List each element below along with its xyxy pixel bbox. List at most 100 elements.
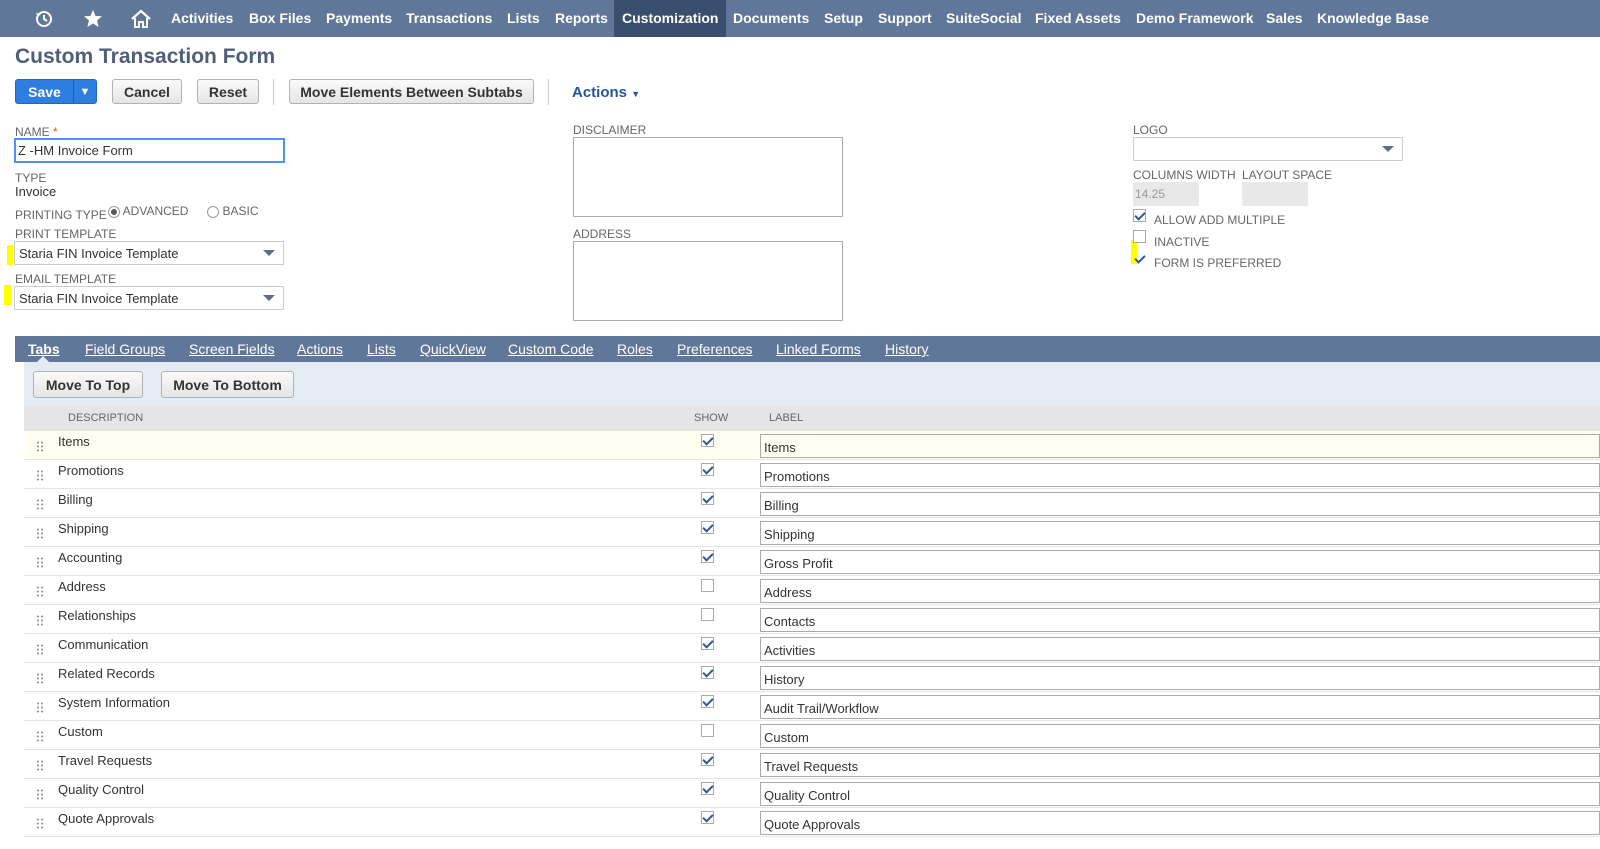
show-checkbox[interactable] bbox=[701, 434, 714, 447]
show-checkbox[interactable] bbox=[701, 782, 714, 795]
table-row[interactable]: Address Address bbox=[24, 576, 1600, 605]
show-checkbox[interactable] bbox=[701, 695, 714, 708]
table-row[interactable]: Relationships Contacts bbox=[24, 605, 1600, 634]
drag-handle-icon[interactable] bbox=[36, 499, 44, 510]
label-input[interactable]: Travel Requests bbox=[760, 753, 1600, 777]
table-row[interactable]: Quote Approvals Quote Approvals bbox=[24, 808, 1600, 837]
label-input[interactable]: Address bbox=[760, 579, 1600, 603]
table-row[interactable]: Related Records History bbox=[24, 663, 1600, 692]
nav-lists[interactable]: Lists bbox=[507, 0, 540, 37]
save-dropdown-arrow-icon[interactable]: ▼ bbox=[74, 80, 96, 103]
allow-add-multiple-checkbox[interactable] bbox=[1133, 209, 1146, 222]
tab-linked-forms[interactable]: Linked Forms bbox=[776, 336, 861, 362]
table-row[interactable]: Travel Requests Travel Requests bbox=[24, 750, 1600, 779]
label-input[interactable]: Items bbox=[760, 434, 1600, 458]
show-checkbox[interactable] bbox=[701, 492, 714, 505]
move-to-bottom-button[interactable]: Move To Bottom bbox=[161, 371, 294, 398]
table-row[interactable]: Shipping Shipping bbox=[24, 518, 1600, 547]
label-input[interactable]: Activities bbox=[760, 637, 1600, 661]
show-checkbox[interactable] bbox=[701, 521, 714, 534]
save-button-label[interactable]: Save bbox=[16, 80, 74, 103]
email-template-select[interactable]: Staria FIN Invoice Template bbox=[14, 286, 284, 310]
drag-handle-icon[interactable] bbox=[36, 673, 44, 684]
cancel-button[interactable]: Cancel bbox=[112, 79, 182, 104]
label-input[interactable]: Promotions bbox=[760, 463, 1600, 487]
label-input[interactable]: Quality Control bbox=[760, 782, 1600, 806]
drag-handle-icon[interactable] bbox=[36, 470, 44, 481]
advanced-radio[interactable] bbox=[108, 205, 120, 218]
tab-history[interactable]: History bbox=[885, 336, 929, 362]
tab-quickview[interactable]: QuickView bbox=[420, 336, 486, 362]
nav-transactions[interactable]: Transactions bbox=[406, 0, 492, 37]
drag-handle-icon[interactable] bbox=[36, 702, 44, 713]
drag-handle-icon[interactable] bbox=[36, 760, 44, 771]
show-checkbox[interactable] bbox=[701, 579, 714, 592]
label-input[interactable]: Contacts bbox=[760, 608, 1600, 632]
recent-history-icon[interactable] bbox=[30, 0, 58, 37]
save-button[interactable]: Save ▼ bbox=[15, 79, 97, 104]
show-checkbox[interactable] bbox=[701, 811, 714, 824]
table-row[interactable]: Communication Activities bbox=[24, 634, 1600, 663]
nav-support[interactable]: Support bbox=[878, 0, 932, 37]
address-textarea[interactable] bbox=[573, 241, 843, 321]
nav-demo-framework[interactable]: Demo Framework bbox=[1136, 0, 1253, 37]
home-icon[interactable] bbox=[127, 0, 155, 37]
tab-screen-fields[interactable]: Screen Fields bbox=[189, 336, 275, 362]
logo-select[interactable] bbox=[1133, 137, 1403, 161]
print-template-select[interactable]: Staria FIN Invoice Template bbox=[14, 241, 284, 265]
tab-roles[interactable]: Roles bbox=[617, 336, 653, 362]
tab-actions[interactable]: Actions bbox=[297, 336, 343, 362]
show-checkbox[interactable] bbox=[701, 724, 714, 737]
show-checkbox[interactable] bbox=[701, 608, 714, 621]
drag-handle-icon[interactable] bbox=[36, 731, 44, 742]
nav-customization[interactable]: Customization bbox=[614, 0, 727, 37]
tab-preferences[interactable]: Preferences bbox=[677, 336, 752, 362]
label-input[interactable]: Gross Profit bbox=[760, 550, 1600, 574]
table-row[interactable]: Items Items bbox=[24, 431, 1600, 460]
drag-handle-icon[interactable] bbox=[36, 789, 44, 800]
label-input[interactable]: Billing bbox=[760, 492, 1600, 516]
actions-menu[interactable]: Actions ▼ bbox=[572, 84, 640, 101]
nav-knowledge-base[interactable]: Knowledge Base bbox=[1317, 0, 1429, 37]
nav-documents[interactable]: Documents bbox=[733, 0, 809, 37]
nav-box-files[interactable]: Box Files bbox=[249, 0, 311, 37]
table-row[interactable]: System Information Audit Trail/Workflow bbox=[24, 692, 1600, 721]
show-checkbox[interactable] bbox=[701, 550, 714, 563]
disclaimer-textarea[interactable] bbox=[573, 137, 843, 217]
tab-lists[interactable]: Lists bbox=[367, 336, 396, 362]
table-row[interactable]: Billing Billing bbox=[24, 489, 1600, 518]
actions-menu-label[interactable]: Actions bbox=[572, 84, 627, 101]
drag-handle-icon[interactable] bbox=[36, 644, 44, 655]
drag-handle-icon[interactable] bbox=[36, 615, 44, 626]
label-input[interactable]: Audit Trail/Workflow bbox=[760, 695, 1600, 719]
tab-field-groups[interactable]: Field Groups bbox=[85, 336, 165, 362]
show-checkbox[interactable] bbox=[701, 463, 714, 476]
label-input[interactable]: Quote Approvals bbox=[760, 811, 1600, 835]
basic-radio[interactable] bbox=[207, 205, 220, 218]
show-checkbox[interactable] bbox=[701, 753, 714, 766]
table-row[interactable]: Accounting Gross Profit bbox=[24, 547, 1600, 576]
favorites-star-icon[interactable] bbox=[80, 0, 106, 37]
show-checkbox[interactable] bbox=[701, 666, 714, 679]
table-row[interactable]: Custom Custom bbox=[24, 721, 1600, 750]
name-input[interactable]: Z -HM Invoice Form bbox=[14, 138, 285, 163]
nav-payments[interactable]: Payments bbox=[326, 0, 392, 37]
show-checkbox[interactable] bbox=[701, 637, 714, 650]
nav-suitesocial[interactable]: SuiteSocial bbox=[946, 0, 1021, 37]
nav-reports[interactable]: Reports bbox=[555, 0, 608, 37]
drag-handle-icon[interactable] bbox=[36, 528, 44, 539]
nav-activities[interactable]: Activities bbox=[171, 0, 233, 37]
move-to-top-button[interactable]: Move To Top bbox=[33, 371, 143, 398]
drag-handle-icon[interactable] bbox=[36, 557, 44, 568]
tab-custom-code[interactable]: Custom Code bbox=[508, 336, 594, 362]
table-row[interactable]: Promotions Promotions bbox=[24, 460, 1600, 489]
nav-sales[interactable]: Sales bbox=[1266, 0, 1303, 37]
form-is-preferred-checkbox[interactable] bbox=[1133, 252, 1146, 265]
move-elements-between-subtabs-button[interactable]: Move Elements Between Subtabs bbox=[289, 79, 534, 104]
label-input[interactable]: History bbox=[760, 666, 1600, 690]
drag-handle-icon[interactable] bbox=[36, 818, 44, 829]
drag-handle-icon[interactable] bbox=[36, 586, 44, 597]
nav-fixed-assets[interactable]: Fixed Assets bbox=[1035, 0, 1121, 37]
reset-button[interactable]: Reset bbox=[197, 79, 259, 104]
nav-setup[interactable]: Setup bbox=[824, 0, 863, 37]
